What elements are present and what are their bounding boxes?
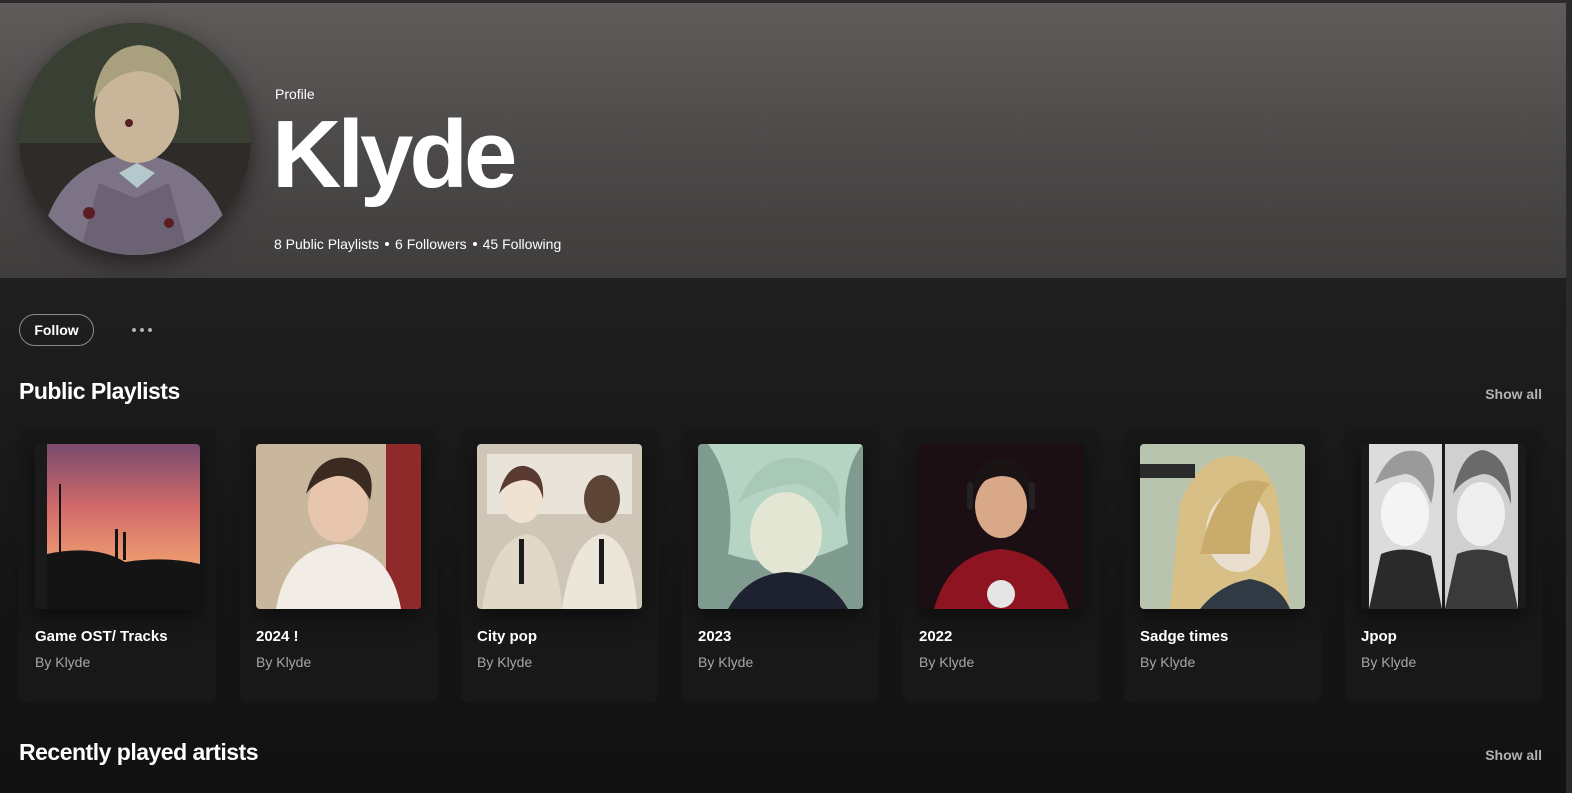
profile-name: Klyde [272, 101, 517, 208]
profile-avatar [19, 23, 251, 255]
playlist-card[interactable]: 2024 ! By Klyde [240, 428, 437, 703]
playlist-title: City pop [477, 628, 537, 645]
playlist-cover [256, 444, 421, 609]
followers-count[interactable]: 6 Followers [395, 236, 467, 252]
public-playlists-count[interactable]: 8 Public Playlists [274, 236, 379, 252]
playlist-title: Game OST/ Tracks [35, 628, 168, 645]
more-options-icon[interactable] [126, 318, 158, 342]
playlist-title: Sadge times [1140, 628, 1229, 645]
profile-stats: 8 Public Playlists 6 Followers 45 Follow… [274, 236, 561, 252]
playlist-owner: By Klyde [477, 654, 533, 670]
playlist-card[interactable]: Jpop By Klyde [1345, 428, 1542, 703]
playlist-cover [35, 444, 200, 609]
separator-dot [385, 242, 390, 246]
recently-played-show-all[interactable]: Show all [1485, 747, 1542, 763]
playlist-card[interactable]: City pop By Klyde [461, 428, 658, 703]
playlist-title: 2023 [698, 628, 732, 645]
playlist-card[interactable]: 2023 By Klyde [682, 428, 879, 703]
playlist-title: 2022 [919, 628, 953, 645]
playlist-title: 2024 ! [256, 628, 299, 645]
playlist-owner: By Klyde [1140, 654, 1196, 670]
user-avatar-icon [19, 23, 251, 255]
follow-button[interactable]: Follow [19, 314, 94, 346]
playlist-cover [919, 444, 1084, 609]
playlist-card[interactable]: Sadge times By Klyde [1124, 428, 1321, 703]
scrollbar-track[interactable] [1566, 0, 1572, 793]
recently-played-heading[interactable]: Recently played artists [19, 739, 259, 766]
public-playlists-heading[interactable]: Public Playlists [19, 378, 180, 405]
playlist-owner: By Klyde [256, 654, 312, 670]
playlist-card[interactable]: 2022 By Klyde [903, 428, 1100, 703]
playlist-owner: By Klyde [1361, 654, 1417, 670]
playlist-owner: By Klyde [35, 654, 91, 670]
playlist-owner: By Klyde [919, 654, 975, 670]
separator-dot [472, 242, 477, 246]
public-playlists-show-all[interactable]: Show all [1485, 386, 1542, 402]
playlist-cover [1361, 444, 1526, 609]
playlist-cover [698, 444, 863, 609]
playlist-row: Game OST/ Tracks By Klyde 2024 ! By Klyd… [19, 428, 1542, 703]
playlist-cover [477, 444, 642, 609]
following-count[interactable]: 45 Following [483, 236, 562, 252]
playlist-card[interactable]: Game OST/ Tracks By Klyde [19, 428, 216, 703]
playlist-title: Jpop [1361, 628, 1397, 645]
playlist-cover [1140, 444, 1305, 609]
playlist-owner: By Klyde [698, 654, 754, 670]
